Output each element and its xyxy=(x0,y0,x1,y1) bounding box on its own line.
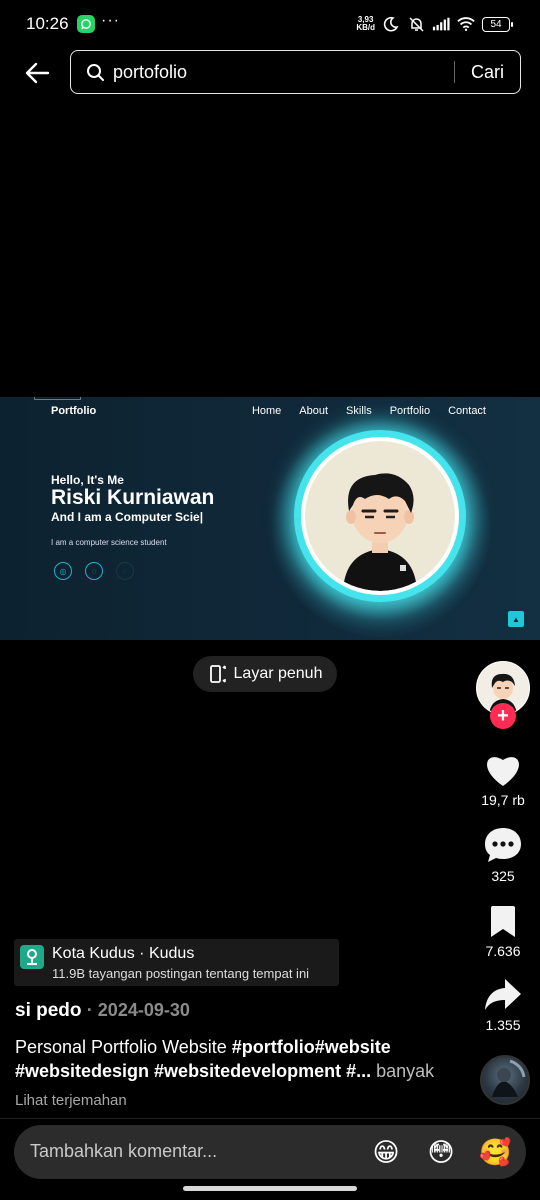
comment-button[interactable]: 325 xyxy=(473,826,533,884)
fullscreen-icon xyxy=(209,665,226,683)
location-tag[interactable]: Kota Kudus · Kudus 11.9B tayangan postin… xyxy=(14,939,339,986)
video-social-icons: ◎ ◌ ✓ xyxy=(54,562,134,580)
video-site-tab xyxy=(34,397,81,400)
search-submit-button[interactable]: Cari xyxy=(471,62,504,83)
caption-hashtags[interactable]: #portfolio#website xyxy=(232,1037,391,1057)
comment-input[interactable]: Tambahkan komentar... 😁 😳 🥰 xyxy=(14,1125,526,1179)
fullscreen-button[interactable]: Layar penuh xyxy=(193,656,337,692)
fullscreen-label: Layar penuh xyxy=(233,665,323,682)
search-icon xyxy=(86,62,106,82)
bell-off-icon xyxy=(407,15,425,33)
share-count: 1.355 xyxy=(485,1017,521,1033)
home-indicator xyxy=(183,1186,357,1191)
link-icon: ✓ xyxy=(116,562,134,580)
signal-icon xyxy=(432,15,450,33)
save-count: 7.636 xyxy=(485,943,521,959)
caption-hashtags[interactable]: #websitedesign #websitedevelopment #... xyxy=(15,1061,371,1081)
location-subtitle: 11.9B tayangan postingan tentang tempat … xyxy=(52,966,310,981)
status-bar: 10:26 ··· 3,93 KB/d 54 xyxy=(0,0,540,46)
bookmark-icon xyxy=(491,906,515,937)
comment-count: 325 xyxy=(491,868,515,884)
share-button[interactable]: 1.355 xyxy=(473,977,533,1033)
video-player[interactable]: Portfolio Home About Skills Portfolio Co… xyxy=(0,397,540,640)
save-button[interactable]: 7.636 xyxy=(473,905,533,959)
cartoon-avatar-illustration xyxy=(343,473,417,591)
battery-level: 54 xyxy=(490,18,502,30)
music-cover-image xyxy=(492,1059,526,1097)
emoji-hearts-button[interactable]: 🥰 xyxy=(479,1136,511,1168)
like-button[interactable]: 19,7 rb xyxy=(473,752,533,808)
moon-icon xyxy=(382,15,400,33)
video-nav-item: Portfolio xyxy=(389,405,431,417)
video-site-brand: Portfolio xyxy=(51,405,97,417)
caption-text: Personal Portfolio Website xyxy=(15,1037,232,1057)
location-title: Kota Kudus · Kudus xyxy=(52,945,195,962)
status-time: 10:26 xyxy=(26,14,69,33)
post-date: · 2024-09-30 xyxy=(86,1000,190,1020)
whatsapp-icon xyxy=(77,15,95,33)
video-avatar xyxy=(301,437,459,595)
divider xyxy=(0,1118,540,1119)
network-speed: 3,93 KB/d xyxy=(356,16,375,32)
video-nav-item: Contact xyxy=(448,405,486,417)
author-name[interactable]: si pedo xyxy=(15,1000,82,1021)
search-divider xyxy=(453,61,455,83)
battery-icon: 54 xyxy=(482,16,513,32)
wifi-icon xyxy=(457,15,475,33)
emoji-grin-button[interactable]: 😁 xyxy=(370,1136,402,1168)
caption-more-link[interactable]: banyak xyxy=(376,1061,434,1081)
back-arrow-icon xyxy=(25,62,50,84)
heart-icon xyxy=(487,757,519,786)
instagram-icon: ◎ xyxy=(54,562,72,580)
scroll-top-icon: ▲ xyxy=(508,611,524,627)
video-nav-item: About xyxy=(299,405,329,417)
video-description: I am a computer science student xyxy=(51,538,167,547)
status-icons: 3,93 KB/d 54 xyxy=(356,14,513,34)
search-bar[interactable]: portofolio Cari xyxy=(70,50,521,94)
comment-placeholder: Tambahkan komentar... xyxy=(30,1141,218,1161)
location-pin-icon xyxy=(20,945,44,969)
follow-button[interactable]: + xyxy=(490,703,516,729)
video-name: Riski Kurniawan xyxy=(51,486,215,509)
emoji-flushed-button[interactable]: 😳 xyxy=(425,1136,457,1168)
comment-bubble-icon xyxy=(485,828,521,862)
post-caption: Personal Portfolio Website #portfolio#we… xyxy=(15,1035,460,1083)
video-role: And I am a Computer Scie| xyxy=(51,510,204,524)
share-arrow-icon xyxy=(485,979,521,1010)
like-count: 19,7 rb xyxy=(481,792,525,808)
video-greeting: Hello, It's Me xyxy=(51,473,124,487)
search-input[interactable]: portofolio xyxy=(113,62,454,83)
translate-link[interactable]: Lihat terjemahan xyxy=(15,1092,127,1109)
video-nav-item: Home xyxy=(251,405,282,417)
video-site-nav: Home About Skills Portfolio Contact xyxy=(252,405,486,417)
whatsapp-icon: ◌ xyxy=(85,562,103,580)
back-button[interactable] xyxy=(20,56,54,90)
video-nav-item: Skills xyxy=(346,405,372,417)
speed-unit: KB/d xyxy=(356,23,375,32)
author-line: si pedo · 2024-09-30 xyxy=(15,1000,190,1022)
music-disc[interactable] xyxy=(480,1055,530,1105)
more-dots-icon: ··· xyxy=(101,12,120,29)
